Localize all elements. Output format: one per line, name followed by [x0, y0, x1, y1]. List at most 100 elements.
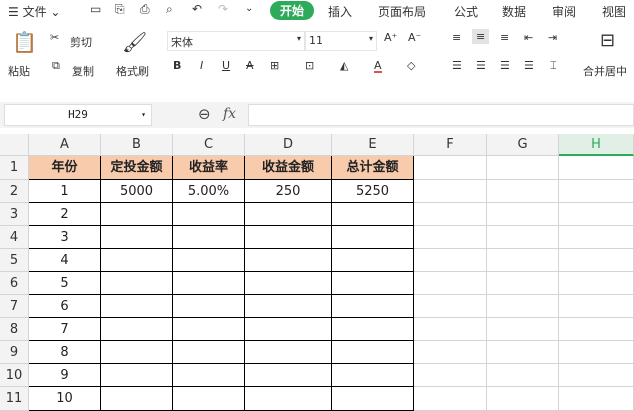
cell-B8[interactable] — [101, 318, 173, 341]
cell-A11[interactable]: 10 — [29, 387, 101, 411]
cell-E5[interactable] — [332, 249, 414, 272]
row-header-10[interactable]: 10 — [0, 364, 29, 387]
align-middle-icon[interactable]: ≡ — [472, 29, 490, 44]
cell-D4[interactable] — [245, 226, 332, 249]
align-right-icon[interactable]: ☰ — [500, 60, 510, 71]
indent-increase-icon[interactable]: ⇥ — [548, 32, 557, 43]
cell-A8[interactable]: 7 — [29, 318, 101, 341]
cell-H9[interactable] — [559, 341, 634, 364]
cell-G10[interactable] — [487, 364, 559, 387]
cell-B5[interactable] — [101, 249, 173, 272]
cell-F9[interactable] — [414, 341, 487, 364]
column-header-F[interactable]: F — [414, 134, 487, 156]
cell-D7[interactable] — [245, 295, 332, 318]
cell-B6[interactable] — [101, 272, 173, 295]
cell-B9[interactable] — [101, 341, 173, 364]
cell-D3[interactable] — [245, 203, 332, 226]
tab-data[interactable]: 数据 — [502, 3, 526, 20]
cell-H10[interactable] — [559, 364, 634, 387]
cell-C6[interactable] — [173, 272, 245, 295]
cell-D1[interactable]: 收益金额 — [245, 156, 332, 180]
export-icon[interactable]: ⎘ — [115, 3, 125, 15]
print-icon[interactable]: ⎙ — [140, 3, 150, 15]
cell-E6[interactable] — [332, 272, 414, 295]
fx-icon[interactable]: fx — [223, 106, 236, 122]
cell-B7[interactable] — [101, 295, 173, 318]
increase-font-icon[interactable]: A⁺ — [384, 32, 397, 43]
cell-F1[interactable] — [414, 156, 487, 180]
cell-A10[interactable]: 9 — [29, 364, 101, 387]
row-header-9[interactable]: 9 — [0, 341, 29, 364]
row-header-2[interactable]: 2 — [0, 180, 29, 203]
redo-icon[interactable]: ↷ — [218, 3, 228, 15]
tab-formulas[interactable]: 公式 — [454, 3, 478, 20]
cell-H11[interactable] — [559, 387, 634, 411]
cell-H1[interactable] — [559, 156, 634, 180]
row-header-11[interactable]: 11 — [0, 387, 29, 411]
cut-button[interactable]: 剪切 — [70, 34, 92, 50]
cell-H4[interactable] — [559, 226, 634, 249]
fill-color-icon[interactable]: ◭ — [340, 60, 348, 71]
cell-A3[interactable]: 2 — [29, 203, 101, 226]
cell-H5[interactable] — [559, 249, 634, 272]
cell-D9[interactable] — [245, 341, 332, 364]
cell-A2[interactable]: 1 — [29, 180, 101, 203]
cell-G11[interactable] — [487, 387, 559, 411]
cell-C10[interactable] — [173, 364, 245, 387]
save-icon[interactable]: ▭ — [90, 3, 101, 15]
tab-insert[interactable]: 插入 — [328, 3, 352, 20]
cell-C2[interactable]: 5.00% — [173, 180, 245, 203]
cell-G4[interactable] — [487, 226, 559, 249]
column-header-G[interactable]: G — [487, 134, 559, 156]
cell-A7[interactable]: 6 — [29, 295, 101, 318]
row-header-6[interactable]: 6 — [0, 272, 29, 295]
cell-C11[interactable] — [173, 387, 245, 411]
undo-icon[interactable]: ↶ — [192, 3, 202, 15]
cell-G1[interactable] — [487, 156, 559, 180]
merge-center-button[interactable]: 合并居中 — [583, 63, 627, 79]
align-top-icon[interactable]: ≡ — [452, 32, 461, 43]
cell-E7[interactable] — [332, 295, 414, 318]
cell-D5[interactable] — [245, 249, 332, 272]
cell-E10[interactable] — [332, 364, 414, 387]
cell-G8[interactable] — [487, 318, 559, 341]
cell-E8[interactable] — [332, 318, 414, 341]
strikethrough-icon[interactable]: A — [246, 60, 254, 71]
column-header-D[interactable]: D — [245, 134, 332, 156]
paste-icon[interactable]: 📋 — [12, 32, 37, 52]
cell-F8[interactable] — [414, 318, 487, 341]
border-icon[interactable]: ⊞ — [270, 60, 279, 71]
column-header-A[interactable]: A — [29, 134, 101, 156]
cell-B1[interactable]: 定投金额 — [101, 156, 173, 180]
cell-E4[interactable] — [332, 226, 414, 249]
indent-decrease-icon[interactable]: ⇤ — [524, 32, 533, 43]
tab-review[interactable]: 审阅 — [552, 3, 576, 20]
row-header-8[interactable]: 8 — [0, 318, 29, 341]
more-icon[interactable]: ⌄ — [245, 4, 253, 14]
select-all-corner[interactable] — [0, 134, 29, 156]
cell-E2[interactable]: 5250 — [332, 180, 414, 203]
cell-G6[interactable] — [487, 272, 559, 295]
column-header-E[interactable]: E — [332, 134, 414, 156]
row-header-1[interactable]: 1 — [0, 156, 29, 180]
cell-G3[interactable] — [487, 203, 559, 226]
cell-A6[interactable]: 5 — [29, 272, 101, 295]
underline-icon[interactable]: U — [222, 60, 230, 71]
cell-C9[interactable] — [173, 341, 245, 364]
cell-C3[interactable] — [173, 203, 245, 226]
cell-E3[interactable] — [332, 203, 414, 226]
cell-C7[interactable] — [173, 295, 245, 318]
cell-F10[interactable] — [414, 364, 487, 387]
column-header-B[interactable]: B — [101, 134, 173, 156]
formula-input[interactable] — [248, 104, 634, 126]
italic-icon[interactable]: I — [200, 60, 203, 71]
cell-B4[interactable] — [101, 226, 173, 249]
cell-H8[interactable] — [559, 318, 634, 341]
row-header-4[interactable]: 4 — [0, 226, 29, 249]
cell-F4[interactable] — [414, 226, 487, 249]
cell-B11[interactable] — [101, 387, 173, 411]
row-header-5[interactable]: 5 — [0, 249, 29, 272]
cell-H2[interactable] — [559, 180, 634, 203]
file-menu[interactable]: ☰ 文件 ⌄ — [8, 3, 60, 20]
clear-icon[interactable]: ◇ — [407, 60, 415, 71]
